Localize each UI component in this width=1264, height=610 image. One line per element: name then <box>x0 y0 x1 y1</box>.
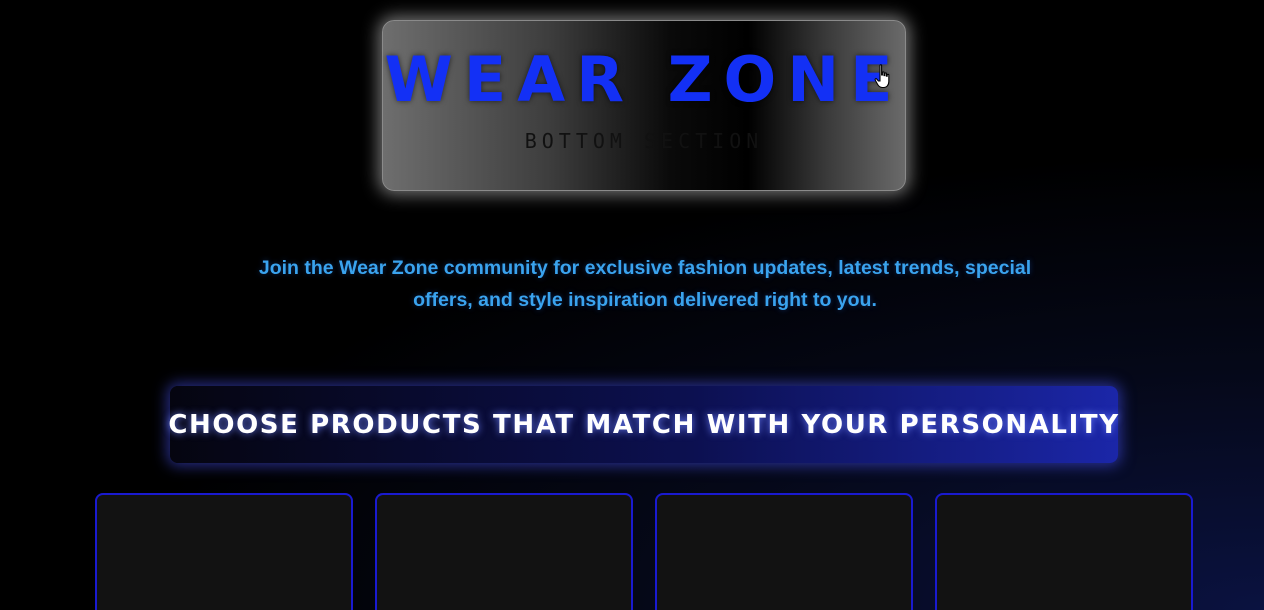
choose-products-banner: CHOOSE PRODUCTS THAT MATCH WITH YOUR PER… <box>168 386 1120 463</box>
product-card[interactable] <box>95 493 353 610</box>
product-card[interactable] <box>375 493 633 610</box>
brand-hero-card[interactable]: WEAR ZONE BOTTOM SECTION <box>382 20 906 191</box>
product-grid <box>95 493 1195 610</box>
community-intro-text: Join the Wear Zone community for exclusi… <box>258 257 1032 311</box>
product-card[interactable] <box>935 493 1193 610</box>
product-card[interactable] <box>655 493 913 610</box>
brand-subtitle: BOTTOM SECTION <box>524 129 764 153</box>
brand-title: WEAR ZONE <box>384 43 904 116</box>
hand-pointer-cursor-icon <box>874 64 890 89</box>
choose-products-heading: CHOOSE PRODUCTS THAT MATCH WITH YOUR PER… <box>168 409 1120 440</box>
